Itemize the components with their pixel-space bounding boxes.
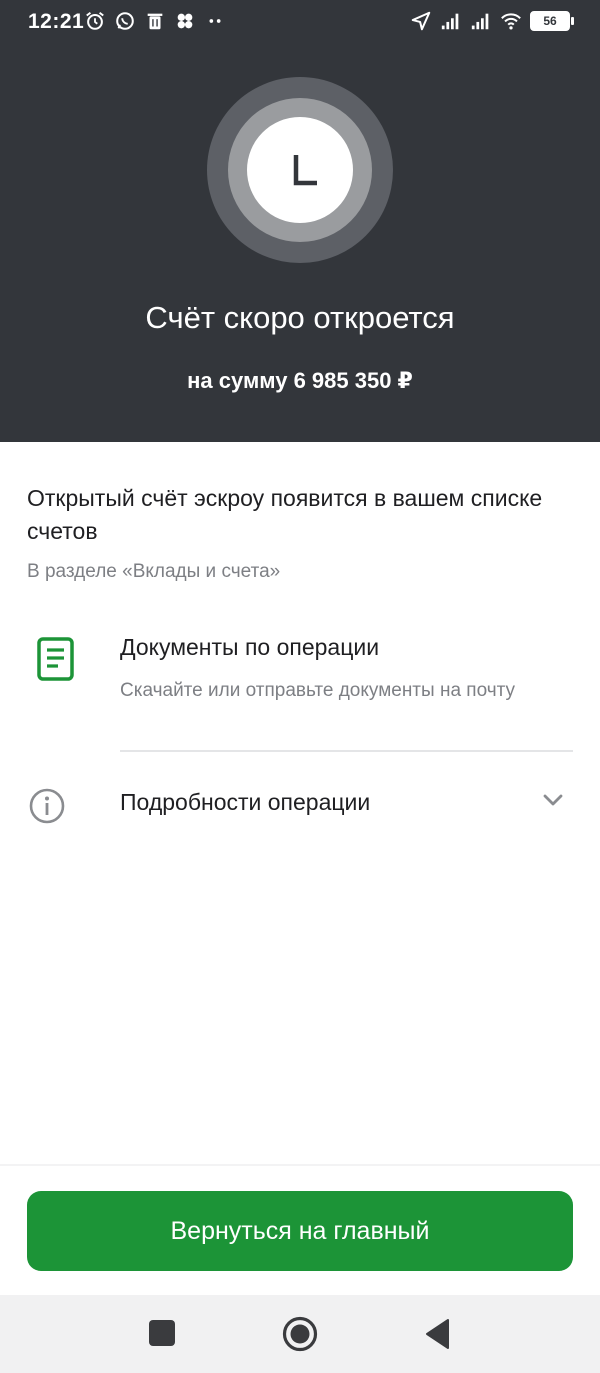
hero-amount: на сумму 6 985 350 ₽ bbox=[187, 368, 413, 393]
status-icons-left bbox=[84, 9, 226, 33]
alarm-icon bbox=[86, 11, 104, 30]
divider bbox=[120, 750, 573, 752]
clock-icon bbox=[293, 155, 317, 186]
documents-subtitle: Скачайте или отправьте документы на почт… bbox=[120, 680, 516, 701]
battery-level: 56 bbox=[543, 14, 557, 28]
details-title: Подробности операции bbox=[120, 789, 371, 815]
battery-icon: 56 bbox=[530, 11, 574, 31]
recent-apps-icon[interactable] bbox=[149, 1320, 175, 1346]
location-arrow-icon bbox=[411, 11, 431, 31]
whatsapp-icon bbox=[116, 12, 134, 30]
more-dots-icon bbox=[209, 19, 221, 23]
info-title: Открытый счёт эскроу появится в вашем сп… bbox=[27, 485, 543, 544]
document-icon bbox=[37, 637, 74, 681]
info-icon bbox=[29, 788, 65, 824]
hero-title: Счёт скоро откроется bbox=[145, 300, 455, 335]
return-home-button[interactable]: Вернуться на главный bbox=[27, 1191, 573, 1271]
signal-icon bbox=[471, 13, 489, 30]
bottom-separator bbox=[0, 1164, 600, 1166]
system-nav-bar bbox=[0, 1295, 600, 1373]
status-bar: 12:21 56 bbox=[0, 0, 600, 42]
home-icon[interactable] bbox=[282, 1316, 318, 1352]
apps-icon bbox=[177, 13, 193, 29]
status-icons-right: 56 bbox=[410, 9, 574, 33]
trash-icon bbox=[147, 13, 163, 30]
status-time: 12:21 bbox=[28, 10, 85, 33]
status-hero: Счёт скоро откроется на сумму 6 985 350 … bbox=[0, 42, 600, 442]
wifi-icon bbox=[501, 13, 521, 30]
details-row[interactable]: Подробности операции bbox=[0, 768, 600, 838]
chevron-down-icon[interactable] bbox=[540, 790, 566, 810]
documents-title: Документы по операции bbox=[120, 634, 380, 660]
documents-row[interactable]: Документы по операции Скачайте или отпра… bbox=[0, 620, 600, 752]
back-icon[interactable] bbox=[424, 1318, 450, 1350]
info-subtitle: В разделе «Вклады и счета» bbox=[27, 561, 281, 582]
signal-icon bbox=[441, 13, 459, 30]
